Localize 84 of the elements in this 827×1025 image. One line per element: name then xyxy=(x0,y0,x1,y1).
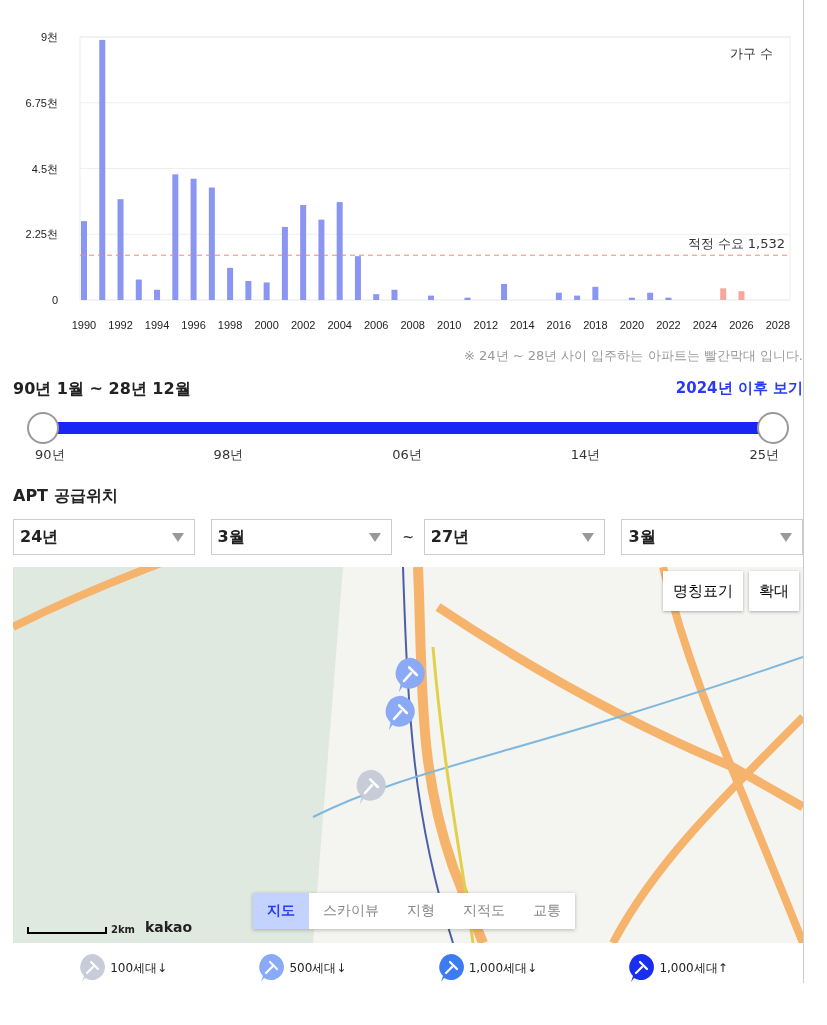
pin-marker-icon[interactable] xyxy=(393,657,427,693)
x-tick-label: 1992 xyxy=(108,319,133,331)
caret-icon xyxy=(582,532,595,542)
x-tick-label: 2022 xyxy=(656,319,681,331)
bar xyxy=(135,279,142,300)
slider-thumb[interactable] xyxy=(757,412,789,444)
map-type-tab[interactable]: 스카이뷰 xyxy=(309,893,393,929)
bar xyxy=(464,297,471,300)
bar xyxy=(738,291,745,300)
range-title: 90년 1월 ~ 28년 12월 xyxy=(13,379,191,400)
caret-icon xyxy=(780,532,792,542)
slider-tick-label: 25년 xyxy=(749,446,779,464)
map-type-tab[interactable]: 지형 xyxy=(393,893,449,929)
y-tick-label: 0 xyxy=(51,294,58,306)
range-separator: ~ xyxy=(402,529,414,545)
x-tick-label: 2000 xyxy=(254,319,279,331)
bar xyxy=(227,267,234,300)
x-tick-label: 2012 xyxy=(473,319,499,331)
bar xyxy=(665,297,672,300)
bar xyxy=(574,295,581,300)
x-tick-label: 1996 xyxy=(181,319,206,331)
bar xyxy=(628,297,635,300)
dropdown[interactable]: 24년 xyxy=(13,519,195,555)
x-tick-label: 2002 xyxy=(290,319,316,331)
x-tick-label: 2024 xyxy=(692,319,718,331)
legend-label: 1,000세대↓ xyxy=(468,959,538,977)
bar xyxy=(354,256,361,300)
legend-label: 100세대↓ xyxy=(110,959,168,977)
x-tick-label: 1998 xyxy=(217,319,243,331)
bar xyxy=(720,288,727,300)
target-label: 적정 수요 1,532 xyxy=(687,236,785,252)
x-tick-label: 1990 xyxy=(71,319,97,331)
x-tick-label: 2006 xyxy=(363,319,389,331)
x-tick-label: 2018 xyxy=(583,319,608,331)
map-type-tab[interactable]: 교통 xyxy=(519,893,575,929)
pin-marker-icon[interactable] xyxy=(383,695,417,731)
y-tick-label: 2.25천 xyxy=(25,228,58,241)
slider-tick-label: 06년 xyxy=(392,446,422,464)
map-type-tab[interactable]: 지도 xyxy=(253,893,309,929)
bar xyxy=(555,292,562,300)
x-tick-label: 2008 xyxy=(400,319,425,331)
y-tick-label: 4.5천 xyxy=(31,162,58,175)
x-tick-label: 2020 xyxy=(619,319,645,331)
dropdown[interactable]: 3월 xyxy=(621,519,803,555)
legend-label: 1,000세대↑ xyxy=(659,959,728,977)
legend-label: 500세대↓ xyxy=(289,959,347,977)
map-type-tab[interactable]: 지적도 xyxy=(449,893,519,929)
bar xyxy=(154,289,161,300)
bar xyxy=(391,289,398,300)
y-tick-label: 6.75천 xyxy=(25,96,58,109)
pin-marker-icon[interactable] xyxy=(354,769,388,805)
bar xyxy=(647,292,654,300)
bar xyxy=(373,294,380,300)
slider-tick-label: 90년 xyxy=(35,446,65,464)
series-label: 가구 수 xyxy=(729,46,773,61)
scale-bar-icon xyxy=(27,927,107,935)
dropdown[interactable]: 3월 xyxy=(210,519,393,555)
slider-tick-label: 14년 xyxy=(570,446,601,464)
after-2024-link[interactable]: 2024년 이후 보기 xyxy=(675,379,803,400)
section-title: APT 공급위치 xyxy=(13,486,119,507)
map-button[interactable]: 확대 xyxy=(749,571,799,611)
x-tick-label: 2014 xyxy=(510,319,535,331)
bar xyxy=(245,281,252,300)
x-tick-label: 2028 xyxy=(765,319,791,331)
x-tick-label: 2016 xyxy=(546,319,572,331)
map-logo: kakao xyxy=(145,919,193,935)
slider-tick-label: 98년 xyxy=(213,446,244,464)
dropdown[interactable]: 27년 xyxy=(423,519,606,555)
x-tick-label: 2026 xyxy=(729,319,754,331)
x-tick-label: 2010 xyxy=(437,319,462,331)
slider-thumb[interactable] xyxy=(27,412,59,444)
bar xyxy=(501,283,508,300)
x-tick-label: 1994 xyxy=(144,319,170,331)
bar xyxy=(428,295,434,300)
caret-icon xyxy=(369,532,382,542)
map-button[interactable]: 명칭표기 xyxy=(663,571,743,611)
bar xyxy=(263,282,270,300)
scale-label: 2km xyxy=(111,924,136,935)
caret-icon xyxy=(171,532,184,542)
chart-note: ※ 24년 ~ 28년 사이 입주하는 아파트는 빨간막대 입니다. xyxy=(462,347,803,365)
y-tick-label: 9천 xyxy=(40,31,58,43)
x-tick-label: 2004 xyxy=(327,319,352,331)
bar xyxy=(592,286,599,300)
map-placeholder[interactable]: 명칭표기 확대 2km kakao 지도 스카이뷰 지형 지적도 교통 xyxy=(13,567,803,943)
